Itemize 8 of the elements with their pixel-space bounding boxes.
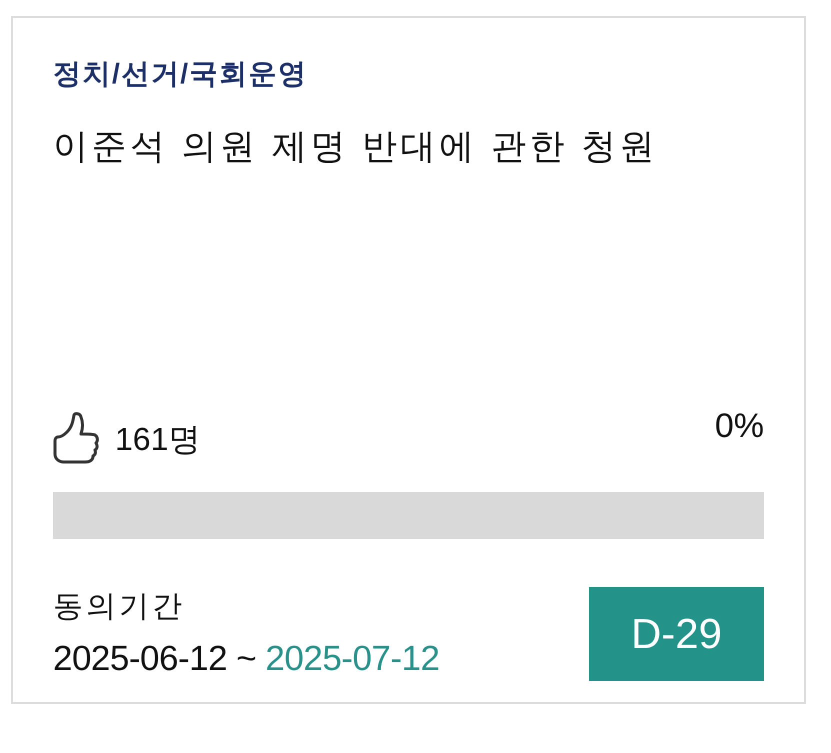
support-percent: 0% [714,406,764,446]
thumbs-up-icon [53,412,101,464]
category-label: 정치/선거/국회운영 [53,57,308,91]
period-label: 동의기간 [53,589,185,625]
petition-title: 이준석 의원 제명 반대에 관한 청원 [53,126,658,168]
date-range: 2025-06-12 ~ 2025-07-12 [53,639,440,679]
days-left-badge: D-29 [589,587,764,681]
supporter-count: 161명 [115,420,200,459]
